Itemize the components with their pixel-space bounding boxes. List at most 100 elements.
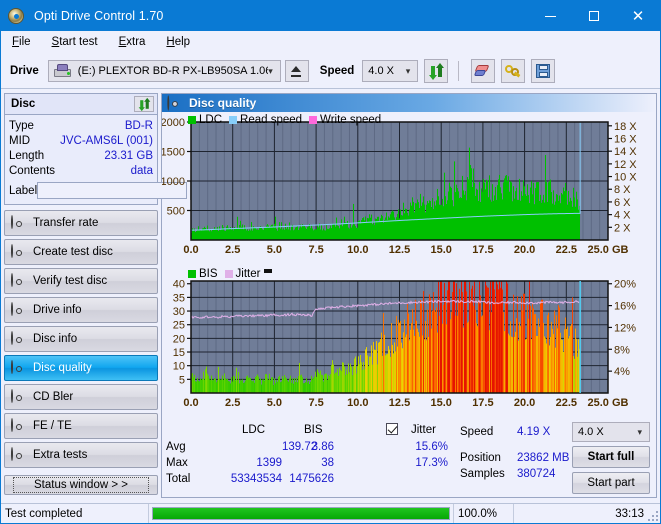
stats-max-jitter: 17.3% — [415, 457, 448, 469]
sidebar-item-cd-bler[interactable]: CD Bler — [4, 384, 158, 410]
menu-help[interactable]: Help — [164, 34, 200, 50]
svg-text:5: 5 — [179, 374, 185, 386]
drive-label: Drive — [10, 65, 39, 77]
panel-header: Disc quality — [162, 94, 656, 112]
toolbar-separator — [458, 61, 459, 81]
eject-icon — [291, 66, 302, 77]
cd-icon — [11, 390, 25, 404]
sidebar-item-label: FE / TE — [25, 420, 72, 432]
cd-icon — [11, 216, 25, 230]
refresh-icon — [138, 98, 150, 110]
svg-text:7.5: 7.5 — [308, 397, 323, 409]
menu-start-test[interactable]: Start test — [50, 34, 108, 50]
legend-swatch-read-speed — [229, 116, 237, 124]
disc-row-length-value: 23.31 GB — [104, 150, 153, 162]
disc-refresh-button[interactable] — [134, 96, 154, 112]
legend-swatch-write-speed — [309, 116, 317, 124]
refresh-button[interactable] — [424, 59, 448, 83]
ldc-chart-legend: LDC Read speed Write speed — [188, 114, 388, 126]
sidebar-item-disc-quality[interactable]: Disc quality — [4, 355, 158, 381]
legend-label-bis: BIS — [199, 268, 218, 280]
disc-label-key: Label — [9, 185, 37, 197]
sidebar-nav: Transfer rate Create test disc Verify te… — [4, 210, 158, 468]
stats-samples-label: Samples — [460, 468, 505, 480]
svg-text:12.5: 12.5 — [389, 244, 410, 256]
sidebar-item-disc-info[interactable]: Disc info — [4, 326, 158, 352]
erase-button[interactable] — [471, 59, 495, 83]
start-full-label: Start full — [588, 451, 635, 463]
minimize-button[interactable] — [528, 1, 572, 31]
speed-select[interactable]: 4.0 X ▾ — [362, 60, 418, 82]
svg-text:20%: 20% — [614, 279, 636, 291]
svg-text:12%: 12% — [614, 322, 636, 334]
start-full-button[interactable]: Start full — [572, 446, 650, 468]
svg-text:4%: 4% — [614, 366, 630, 378]
drive-value: (E:) PLEXTOR BD-R PX-LB950SA 1.06 — [76, 65, 268, 77]
svg-text:4 X: 4 X — [614, 210, 631, 222]
sidebar-item-extra-tests[interactable]: Extra tests — [4, 442, 158, 468]
svg-text:20.0: 20.0 — [514, 397, 535, 409]
chevron-down-icon: ▾ — [406, 66, 411, 77]
sidebar-item-fe-te[interactable]: FE / TE — [4, 413, 158, 439]
menu-extra[interactable]: Extra — [117, 34, 156, 50]
start-part-button[interactable]: Start part — [572, 472, 650, 494]
speed-select-value: 4.0 X — [578, 426, 604, 438]
svg-text:2.5: 2.5 — [225, 397, 240, 409]
menu-file[interactable]: File — [10, 34, 41, 50]
legend-swatch-ldc — [188, 116, 196, 124]
sidebar-item-drive-info[interactable]: Drive info — [4, 297, 158, 323]
disc-icon — [8, 7, 26, 25]
jitter-checkbox[interactable] — [386, 423, 398, 438]
drive-select[interactable]: (E:) PLEXTOR BD-R PX-LB950SA 1.06 ▾ — [48, 60, 281, 82]
sidebar-item-transfer-rate[interactable]: Transfer rate — [4, 210, 158, 236]
svg-text:0.0: 0.0 — [183, 244, 198, 256]
save-button[interactable] — [531, 59, 555, 83]
svg-text:1500: 1500 — [162, 147, 185, 159]
svg-text:15.0: 15.0 — [430, 397, 451, 409]
status-bar: Test completed 100.0% 33:13 — [1, 503, 660, 523]
legend-label-jitter: Jitter — [236, 268, 261, 280]
resize-grip-icon[interactable] — [648, 511, 658, 521]
stats-samples-value: 380724 — [517, 468, 555, 480]
sidebar: Disc Type BD-R MID JVC-AMS6L (001) — [1, 89, 161, 498]
maximize-button[interactable] — [572, 1, 616, 31]
speed-label: Speed — [320, 65, 355, 77]
stats-max-bis: 38 — [321, 457, 334, 469]
bis-chart-legend: BIS Jitter — [188, 268, 272, 280]
stats-avg-jitter: 15.6% — [415, 441, 448, 453]
bis-chart-canvas: 5101520253035404%8%12%16%20%0.02.55.07.5… — [162, 267, 656, 420]
disc-row-length-key: Length — [9, 150, 44, 162]
sidebar-item-label: Disc info — [25, 333, 77, 345]
sidebar-item-create-test-disc[interactable]: Create test disc — [4, 239, 158, 265]
sidebar-item-verify-test-disc[interactable]: Verify test disc — [4, 268, 158, 294]
menu-start-test-rest: tart test — [59, 36, 97, 48]
svg-text:10 X: 10 X — [614, 172, 637, 184]
stats-row-avg-label: Avg — [166, 441, 186, 453]
sidebar-item-label: Extra tests — [25, 449, 87, 461]
svg-text:14 X: 14 X — [614, 146, 637, 158]
chevron-down-icon: ▾ — [268, 66, 273, 77]
svg-text:35: 35 — [173, 292, 185, 304]
svg-text:0.0: 0.0 — [183, 397, 198, 409]
legend-ldc: LDC — [188, 114, 222, 126]
stats-total-bis: 1475626 — [289, 473, 334, 485]
status-window-button[interactable]: Status window > > — [4, 475, 158, 495]
settings-button[interactable] — [501, 59, 525, 83]
eject-button[interactable] — [285, 60, 309, 82]
menu-file-rest: ile — [19, 36, 31, 48]
stats-position-label: Position — [460, 452, 501, 464]
jitter-marker-icon — [264, 269, 272, 273]
svg-text:22.5: 22.5 — [556, 397, 577, 409]
close-button[interactable]: ✕ — [616, 1, 660, 31]
legend-write-speed: Write speed — [309, 114, 381, 126]
svg-text:17.5: 17.5 — [472, 397, 493, 409]
svg-text:8%: 8% — [614, 344, 630, 356]
stats-header-ldc: LDC — [242, 424, 265, 436]
legend-jitter: Jitter — [225, 268, 261, 280]
svg-text:16 X: 16 X — [614, 133, 637, 145]
speed-value: 4.0 X — [368, 65, 394, 77]
stats-speed-label: Speed — [460, 426, 493, 438]
cd-icon — [11, 332, 25, 346]
speed-select-stats[interactable]: 4.0 X ▾ — [572, 422, 650, 442]
page-title: Disc quality — [181, 96, 256, 110]
